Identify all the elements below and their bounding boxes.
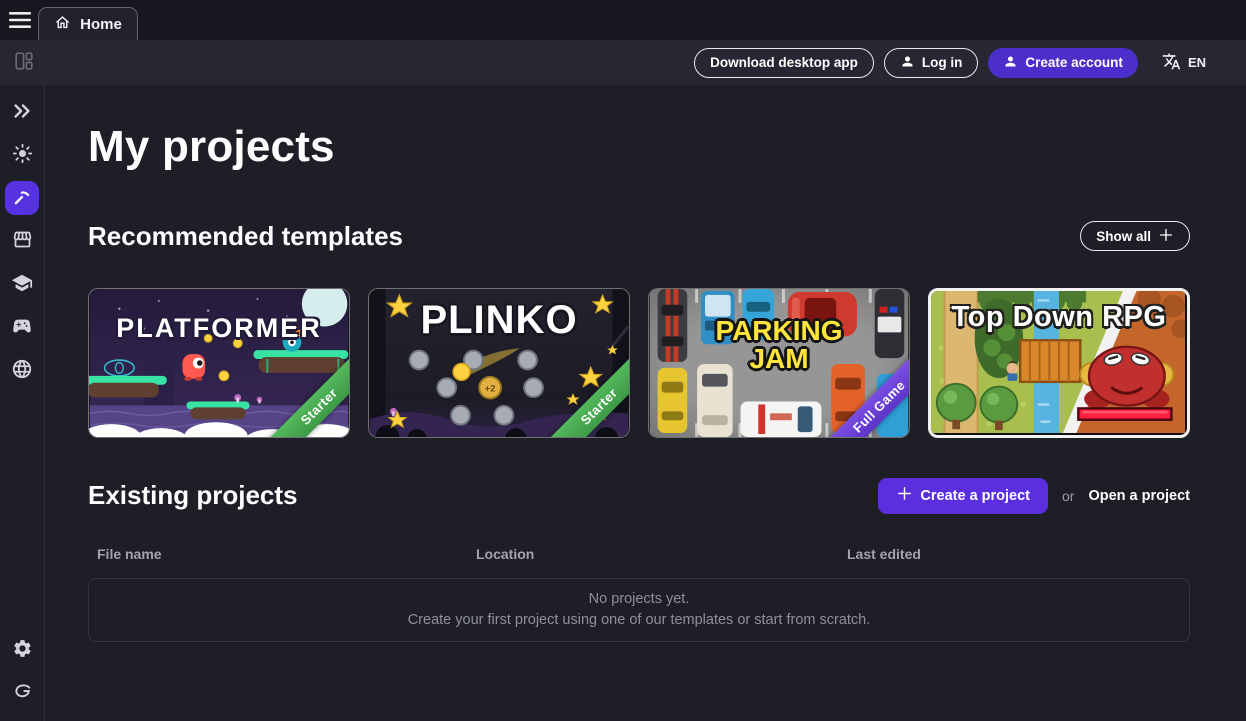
column-header-last-edited: Last edited	[847, 546, 1190, 562]
sidebar-item-get-started[interactable]	[8, 141, 36, 169]
main-menu-button[interactable]	[7, 9, 33, 33]
template-card-platformer[interactable]: PLATFORMER Starter	[88, 288, 350, 438]
login-button[interactable]: Log in	[884, 48, 979, 78]
language-code: EN	[1188, 55, 1206, 70]
gamepad-icon	[11, 315, 33, 340]
create-account-label: Create account	[1025, 55, 1123, 70]
template-card-plinko[interactable]: +2 PLINKO Starter	[368, 288, 630, 438]
parking-jam-thumbnail	[649, 289, 909, 437]
download-button-label: Download desktop app	[710, 55, 858, 70]
tab-home[interactable]: Home	[38, 7, 138, 40]
sidebar-item-about[interactable]	[8, 679, 36, 707]
empty-state-subtitle: Create your first project using one of o…	[408, 612, 871, 628]
column-header-location: Location	[476, 546, 847, 562]
graduation-cap-icon	[11, 272, 33, 297]
plus-icon	[1158, 227, 1174, 246]
project-actions: Create a project or Open a project	[878, 478, 1190, 514]
sidebar	[0, 85, 45, 721]
sun-icon	[12, 143, 33, 167]
storefront-icon	[12, 229, 33, 253]
login-button-label: Log in	[922, 55, 963, 70]
create-account-button[interactable]: Create account	[988, 48, 1138, 78]
template-card-parking-jam[interactable]: PARKING JAM Full Game	[648, 288, 910, 438]
existing-projects-heading: Existing projects	[88, 480, 298, 511]
plinko-peg-label: +2	[485, 383, 496, 393]
page-title: My projects	[88, 123, 1190, 171]
double-chevron-right-icon	[11, 100, 33, 125]
show-all-button[interactable]: Show all	[1080, 221, 1190, 251]
sidebar-item-build[interactable]	[5, 181, 39, 215]
toolbar-actions: Download desktop app Log in Create accou…	[694, 48, 1206, 78]
top-down-rpg-thumbnail	[931, 291, 1185, 433]
home-tab-label: Home	[80, 16, 122, 33]
gear-icon	[12, 638, 33, 662]
sidebar-item-settings[interactable]	[8, 636, 36, 664]
person-icon	[1003, 54, 1018, 72]
person-icon	[900, 54, 915, 72]
home-icon	[54, 14, 71, 35]
open-project-link[interactable]: Open a project	[1088, 488, 1190, 504]
sidebar-item-community[interactable]	[8, 356, 36, 384]
language-selector[interactable]: EN	[1162, 52, 1206, 74]
empty-state-title: No projects yet.	[589, 591, 690, 607]
download-desktop-app-button[interactable]: Download desktop app	[694, 48, 874, 78]
toggle-panels-button[interactable]	[10, 49, 38, 77]
sidebar-item-learn[interactable]	[8, 270, 36, 298]
template-card-top-down-rpg[interactable]: Top Down RPG	[928, 288, 1190, 438]
projects-table-headers: File name Location Last edited	[88, 546, 1190, 562]
empty-projects-state: No projects yet. Create your first proje…	[88, 578, 1190, 642]
gdevelop-logo-icon	[11, 681, 33, 706]
existing-projects-header-row: Existing projects Create a project or Op…	[88, 478, 1190, 514]
toolbar: Download desktop app Log in Create accou…	[0, 40, 1246, 85]
platformer-thumbnail	[89, 289, 349, 437]
tab-bar: Home	[0, 0, 1246, 40]
templates-heading: Recommended templates	[88, 221, 403, 252]
rpg-boss-health-bar	[1078, 408, 1171, 419]
platformer-hero-sprite	[182, 354, 205, 381]
app-window: Home Download desktop app Log in	[0, 0, 1246, 721]
translate-icon	[1162, 52, 1181, 74]
column-header-file-name: File name	[97, 546, 476, 562]
sidebar-item-play[interactable]	[8, 313, 36, 341]
pickaxe-icon	[12, 187, 32, 210]
create-project-button[interactable]: Create a project	[878, 478, 1048, 514]
plus-icon	[896, 485, 913, 506]
hamburger-icon	[8, 10, 32, 33]
plinko-thumbnail: +2	[369, 289, 629, 437]
template-cards: PLATFORMER Starter	[88, 288, 1190, 438]
globe-icon	[11, 358, 33, 383]
main-content: My projects Recommended templates Show a…	[45, 85, 1246, 721]
panels-layout-icon	[13, 50, 35, 75]
templates-header-row: Recommended templates Show all	[88, 221, 1190, 252]
sidebar-expand-button[interactable]	[8, 98, 36, 126]
or-text: or	[1062, 488, 1074, 504]
create-project-label: Create a project	[920, 488, 1030, 504]
show-all-label: Show all	[1096, 229, 1151, 244]
sidebar-item-shop[interactable]	[8, 227, 36, 255]
